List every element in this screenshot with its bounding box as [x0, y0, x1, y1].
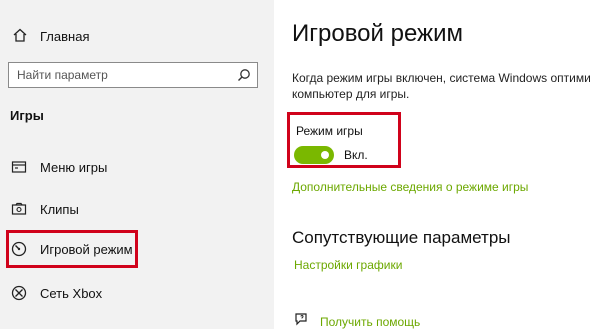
section-title: Игры: [10, 108, 44, 123]
home-icon: [12, 27, 28, 46]
search-input[interactable]: [9, 63, 232, 87]
description-line: компьютер для игры.: [292, 87, 410, 101]
sidebar-item-label: Игровой режим: [40, 241, 133, 257]
sidebar-item-game-bar[interactable]: Меню игры: [10, 155, 107, 179]
get-help-link[interactable]: Получить помощь: [320, 315, 420, 329]
related-settings-title: Сопутствующие параметры: [292, 228, 511, 247]
sidebar-item-home[interactable]: Главная: [12, 26, 89, 46]
toggle-label: Режим игры: [296, 124, 363, 138]
description: Когда режим игры включен, система Window…: [292, 70, 600, 102]
sidebar: Главная Игры Меню игры Клипы Игровой реж…: [0, 0, 274, 329]
game-bar-icon: [10, 158, 28, 176]
main-content: Игровой режим Когда режим игры включен, …: [274, 0, 600, 329]
toggle-state-label: Вкл.: [344, 148, 368, 162]
search-box[interactable]: [8, 62, 258, 88]
captures-icon: [10, 200, 28, 218]
sidebar-item-game-mode[interactable]: Игровой режим: [10, 237, 133, 261]
description-line: Когда режим игры включен, система Window…: [292, 71, 591, 85]
sidebar-item-label: Сеть Xbox: [40, 285, 103, 301]
toggle-knob: [321, 151, 329, 159]
xbox-icon: [10, 284, 28, 302]
graphics-settings-link[interactable]: Настройки графики: [294, 258, 402, 272]
sidebar-item-xbox[interactable]: Сеть Xbox: [10, 281, 102, 305]
sidebar-item-label: Главная: [40, 28, 90, 44]
more-info-link[interactable]: Дополнительные сведения о режиме игры: [292, 180, 528, 194]
get-help[interactable]: Получить помощь: [294, 312, 420, 329]
game-mode-icon: [10, 240, 28, 258]
page-title: Игровой режим: [292, 20, 463, 47]
game-mode-toggle[interactable]: [294, 146, 334, 164]
help-chat-icon: [294, 312, 310, 329]
sidebar-item-captures[interactable]: Клипы: [10, 197, 79, 221]
search-icon[interactable]: [237, 68, 251, 87]
sidebar-item-label: Меню игры: [40, 159, 108, 175]
sidebar-item-label: Клипы: [40, 201, 79, 217]
